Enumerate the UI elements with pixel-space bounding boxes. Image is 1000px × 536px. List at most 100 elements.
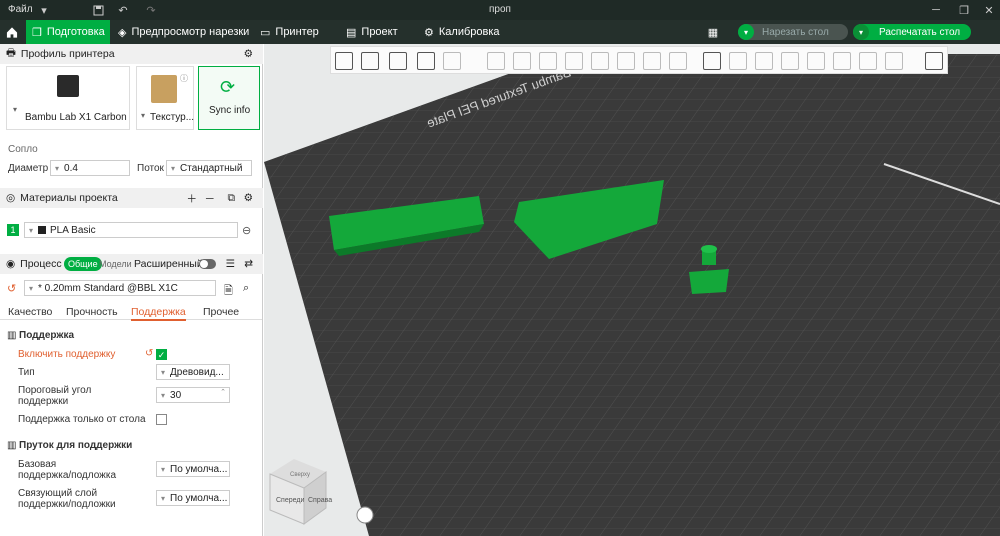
reset-icon[interactable]: ↺ xyxy=(7,282,16,295)
subtab-quality[interactable]: Качество xyxy=(8,306,52,318)
filament-group-icon: ▥ xyxy=(7,440,17,451)
mesh-boolean-icon[interactable] xyxy=(729,52,747,70)
recenter-icon[interactable] xyxy=(356,506,374,524)
search-icon[interactable]: ⌕ xyxy=(243,282,249,295)
scale-icon[interactable] xyxy=(539,52,557,70)
tab-project[interactable]: ▤ Проект xyxy=(340,20,404,44)
layout-icon[interactable]: ▦ xyxy=(705,24,721,40)
sync-info-button[interactable]: ⟳ Sync info xyxy=(198,66,260,130)
printer-card[interactable]: ▾ Bambu Lab X1 Carbon xyxy=(6,66,130,130)
split-parts-icon[interactable] xyxy=(859,52,877,70)
base-filament-select[interactable]: ▾ По умолча... xyxy=(156,461,230,477)
chevron-down-icon: ▾ xyxy=(55,163,60,173)
interface-filament-label: Связующий слой xyxy=(18,488,98,499)
close-icon[interactable]: ✕ xyxy=(981,2,997,18)
stepper-icon[interactable]: ⌃ xyxy=(220,388,226,396)
assembly-icon[interactable] xyxy=(755,52,773,70)
orient-icon[interactable] xyxy=(389,52,407,70)
support-type-select[interactable]: ▾ Древовид... xyxy=(156,364,230,380)
interface-filament-select[interactable]: ▾ По умолча... xyxy=(156,490,230,506)
subtab-strength[interactable]: Прочность xyxy=(66,306,118,318)
gear-icon[interactable]: ⚙ xyxy=(244,192,253,204)
color-paint-icon[interactable] xyxy=(669,52,687,70)
measure-icon[interactable] xyxy=(781,52,799,70)
layers-icon[interactable] xyxy=(443,52,461,70)
tab-printer[interactable]: ▭ Принтер xyxy=(254,20,325,44)
support-on-plate-checkbox[interactable] xyxy=(156,414,167,425)
minimize-icon[interactable]: ─ xyxy=(928,2,944,18)
plate-grid xyxy=(264,54,1000,536)
add-icon[interactable]: ＋ xyxy=(187,191,198,206)
enable-support-checkbox[interactable]: ✓ xyxy=(156,349,167,360)
chevron-down-icon: ▾ xyxy=(161,493,166,503)
process-preset-select[interactable]: ▾ * 0.20mm Standard @BBL X1C xyxy=(24,280,216,296)
chevron-down-icon[interactable]: ▾ xyxy=(13,105,17,114)
print-plate-button[interactable]: ▾ Распечатать стол xyxy=(853,24,971,40)
seam-icon[interactable] xyxy=(643,52,661,70)
maximize-icon[interactable]: ❐ xyxy=(956,2,972,18)
object-toolbar xyxy=(330,46,948,74)
diameter-select[interactable]: ▾ 0.4 xyxy=(50,160,130,176)
subtab-support[interactable]: Поддержка xyxy=(131,306,186,321)
threshold-angle-label: Пороговый угол xyxy=(18,385,92,396)
arrange-icon[interactable] xyxy=(417,52,435,70)
printer-icon: 🖶 xyxy=(6,47,16,59)
lay-on-face-icon[interactable] xyxy=(565,52,583,70)
save-icon[interactable]: 🗎 xyxy=(224,282,233,301)
paint-support-icon[interactable] xyxy=(617,52,635,70)
remove-icon[interactable]: － xyxy=(205,191,216,206)
advanced-switch[interactable] xyxy=(199,259,216,269)
gear-icon: ⚙ xyxy=(424,26,434,39)
split-objects-icon[interactable] xyxy=(833,52,851,70)
interface-filament-label-2: поддержки/подложки xyxy=(18,499,116,510)
3d-viewport[interactable]: Bambu Textured PEI Plate Спереди Справа … xyxy=(264,44,1000,536)
base-filament-label: Базовая xyxy=(18,459,57,470)
flow-select[interactable]: ▾ Стандартный xyxy=(166,160,252,176)
threshold-angle-input[interactable]: ▾ 30 ⌃ xyxy=(156,387,230,403)
export-icon[interactable] xyxy=(925,52,943,70)
plate-card[interactable]: ⓘ ▾ Текстур... xyxy=(136,66,194,130)
view-cube[interactable]: Спереди Справа Сверху xyxy=(269,459,332,525)
rotate-icon[interactable] xyxy=(513,52,531,70)
chevron-down-icon: ▾ xyxy=(161,464,166,474)
nozzle-title: Сопло xyxy=(8,144,38,155)
left-sidebar: 🖶 Профиль принтера ⚙ ▾ Bambu Lab X1 Carb… xyxy=(0,44,263,536)
reset-icon[interactable]: ↺ xyxy=(145,348,153,359)
cut-icon[interactable] xyxy=(591,52,609,70)
info-icon[interactable]: ⓘ xyxy=(180,73,188,84)
support-on-plate-label: Поддержка только от стола xyxy=(18,414,146,425)
mode-common-toggle[interactable]: Общие xyxy=(64,257,102,271)
enable-support-label: Включить поддержку xyxy=(18,349,116,360)
plate-thumbnail xyxy=(151,75,177,103)
filament-select[interactable]: ▾ PLA Basic xyxy=(24,222,238,238)
printer-thumbnail xyxy=(57,75,79,97)
slice-plate-button[interactable]: ▾ Нарезать стол xyxy=(738,24,848,40)
grid-plate-icon[interactable] xyxy=(361,52,379,70)
explode-icon[interactable] xyxy=(807,52,825,70)
text-icon[interactable] xyxy=(703,52,721,70)
viewcube-top-label: Сверху xyxy=(290,472,310,478)
gear-icon[interactable]: ⚙ xyxy=(244,48,253,60)
chevron-down-icon[interactable]: ▾ xyxy=(141,111,145,120)
tab-prepare[interactable]: ❒ Подготовка xyxy=(26,20,110,44)
subtab-others[interactable]: Прочее xyxy=(203,306,239,318)
process-header: ◉ Процесс Общие Модели Расширенный ☰ ⇄ xyxy=(0,254,263,274)
model-part-3-base[interactable] xyxy=(689,269,729,294)
support-group-icon: ▥ xyxy=(7,330,17,341)
more-icon[interactable]: ⊖ xyxy=(242,224,251,237)
list-icon[interactable]: ☰ xyxy=(226,258,235,270)
compare-icon[interactable]: ⇄ xyxy=(244,258,253,270)
home-icon[interactable] xyxy=(0,20,24,44)
add-object-icon[interactable] xyxy=(335,52,353,70)
build-plate-canvas[interactable]: Bambu Textured PEI Plate Спереди Справа … xyxy=(264,44,1000,536)
tab-calibration[interactable]: ⚙ Калибровка xyxy=(418,20,506,44)
title-bar: Файл ▾ ↶ ↷ проп ─ ❐ ✕ xyxy=(0,0,1000,20)
process-icon: ◉ xyxy=(6,258,16,270)
tab-preview[interactable]: ◈ Предпросмотр нарезки xyxy=(112,20,255,44)
move-icon[interactable] xyxy=(487,52,505,70)
sync-ams-icon[interactable]: ⧉ xyxy=(228,192,236,205)
chevron-down-icon: ▾ xyxy=(171,163,176,173)
mode-models-toggle[interactable]: Модели xyxy=(99,257,132,271)
support-filament-title: Пруток для поддержки xyxy=(19,440,133,451)
ruler-icon[interactable] xyxy=(885,52,903,70)
